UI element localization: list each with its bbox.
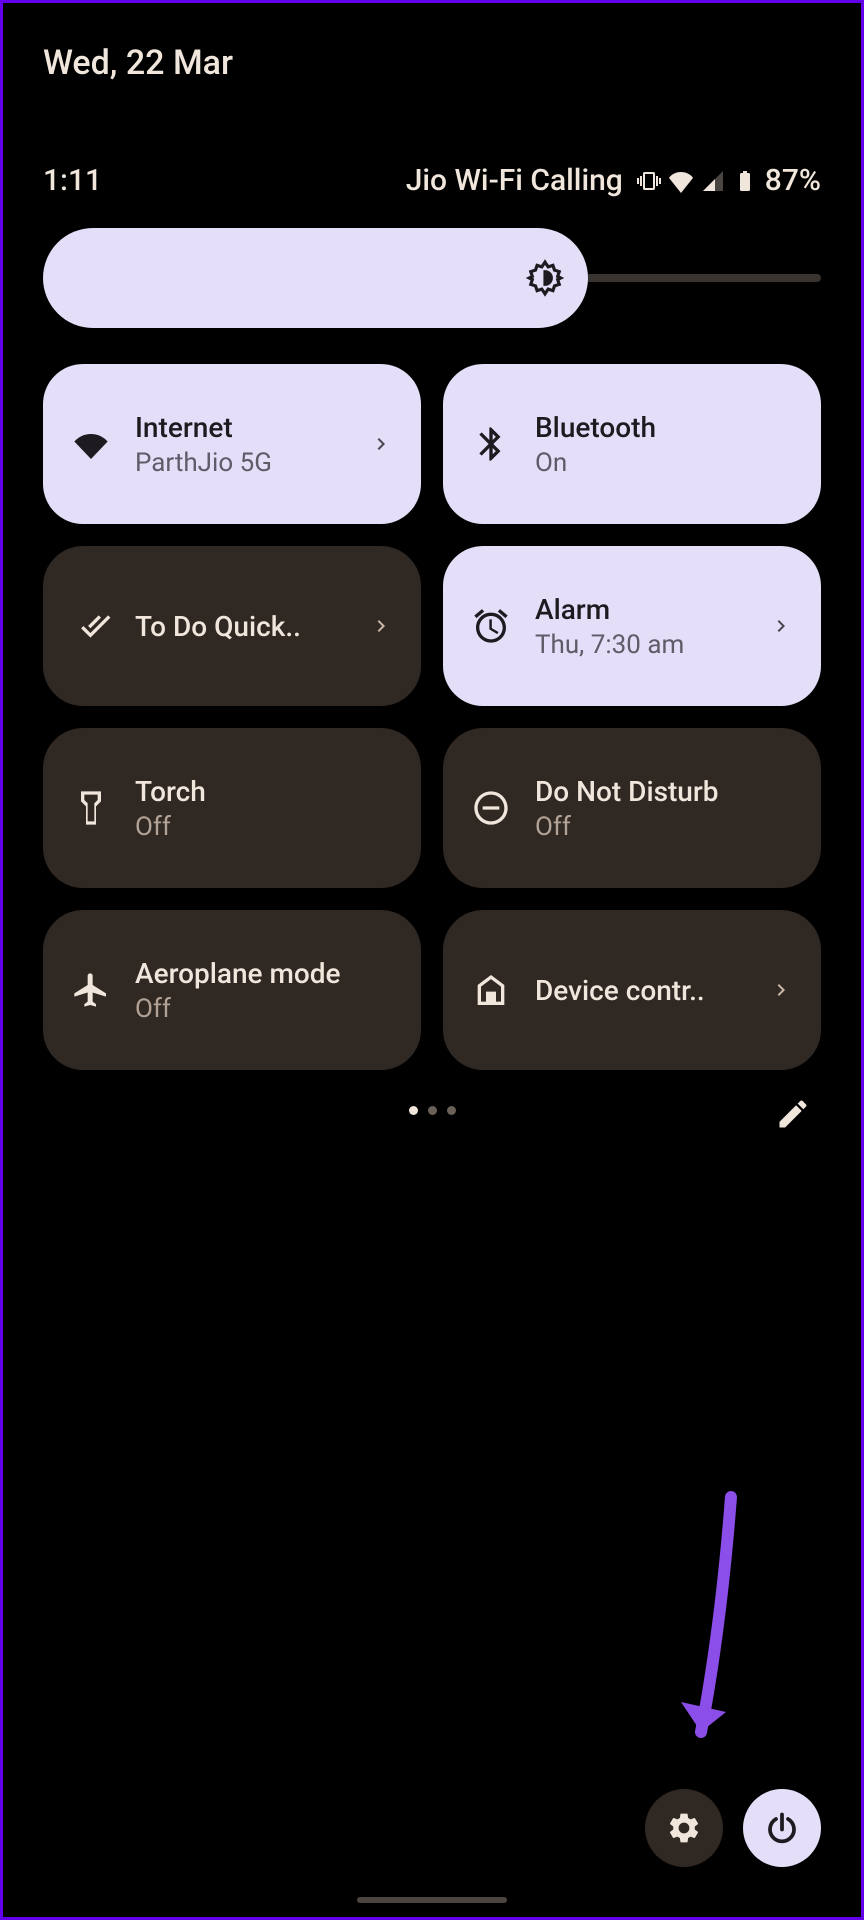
arrow-annotation <box>671 1487 771 1767</box>
chevron-right-icon <box>769 614 793 638</box>
tile-title: Alarm <box>535 593 761 626</box>
internet-tile[interactable]: Internet ParthJio 5G <box>43 364 421 524</box>
tile-subtitle: ParthJio 5G <box>135 448 361 478</box>
todo-tile[interactable]: To Do Quick.. <box>43 546 421 706</box>
tile-title: Torch <box>135 775 393 808</box>
dnd-tile[interactable]: Do Not Disturb Off <box>443 728 821 888</box>
tile-title: Bluetooth <box>535 411 793 444</box>
tile-subtitle: Off <box>535 812 793 842</box>
home-icon <box>471 970 511 1010</box>
check-icon <box>71 606 111 646</box>
chevron-right-icon <box>369 614 393 638</box>
power-icon <box>764 1810 800 1846</box>
torch-icon <box>71 788 111 828</box>
battery-percent: 87% <box>765 163 821 198</box>
pagination-dots[interactable] <box>43 1106 821 1115</box>
gear-icon <box>666 1810 702 1846</box>
tile-subtitle: Off <box>135 812 393 842</box>
status-bar: 1:11 Jio Wi-Fi Calling 87% <box>43 163 821 198</box>
settings-button[interactable] <box>645 1789 723 1867</box>
brightness-slider[interactable] <box>43 228 821 328</box>
date-header: Wed, 22 Mar <box>43 43 821 83</box>
tile-title: Device contr.. <box>535 974 761 1007</box>
vibrate-icon <box>637 169 661 193</box>
tile-title: To Do Quick.. <box>135 610 361 643</box>
tile-title: Internet <box>135 411 361 444</box>
alarm-tile[interactable]: Alarm Thu, 7:30 am <box>443 546 821 706</box>
wifi-status-icon <box>669 169 693 193</box>
tile-title: Aeroplane mode <box>135 957 393 990</box>
bluetooth-icon <box>471 424 511 464</box>
tile-subtitle: Thu, 7:30 am <box>535 630 761 660</box>
device-controls-tile[interactable]: Device contr.. <box>443 910 821 1070</box>
dnd-icon <box>471 788 511 828</box>
torch-tile[interactable]: Torch Off <box>43 728 421 888</box>
alarm-icon <box>471 606 511 646</box>
power-button[interactable] <box>743 1789 821 1867</box>
battery-icon <box>733 169 757 193</box>
airplane-icon <box>71 970 111 1010</box>
wifi-icon <box>71 424 111 464</box>
carrier-label: Jio Wi-Fi Calling <box>406 163 623 198</box>
airplane-tile[interactable]: Aeroplane mode Off <box>43 910 421 1070</box>
tile-subtitle: On <box>535 448 793 478</box>
time: 1:11 <box>43 163 102 198</box>
brightness-icon <box>526 259 564 297</box>
edit-icon[interactable] <box>775 1096 811 1132</box>
signal-icon <box>701 169 725 193</box>
bluetooth-tile[interactable]: Bluetooth On <box>443 364 821 524</box>
chevron-right-icon <box>769 978 793 1002</box>
tile-title: Do Not Disturb <box>535 775 793 808</box>
nav-bar[interactable] <box>357 1897 507 1903</box>
tile-subtitle: Off <box>135 994 393 1024</box>
chevron-right-icon <box>369 432 393 456</box>
